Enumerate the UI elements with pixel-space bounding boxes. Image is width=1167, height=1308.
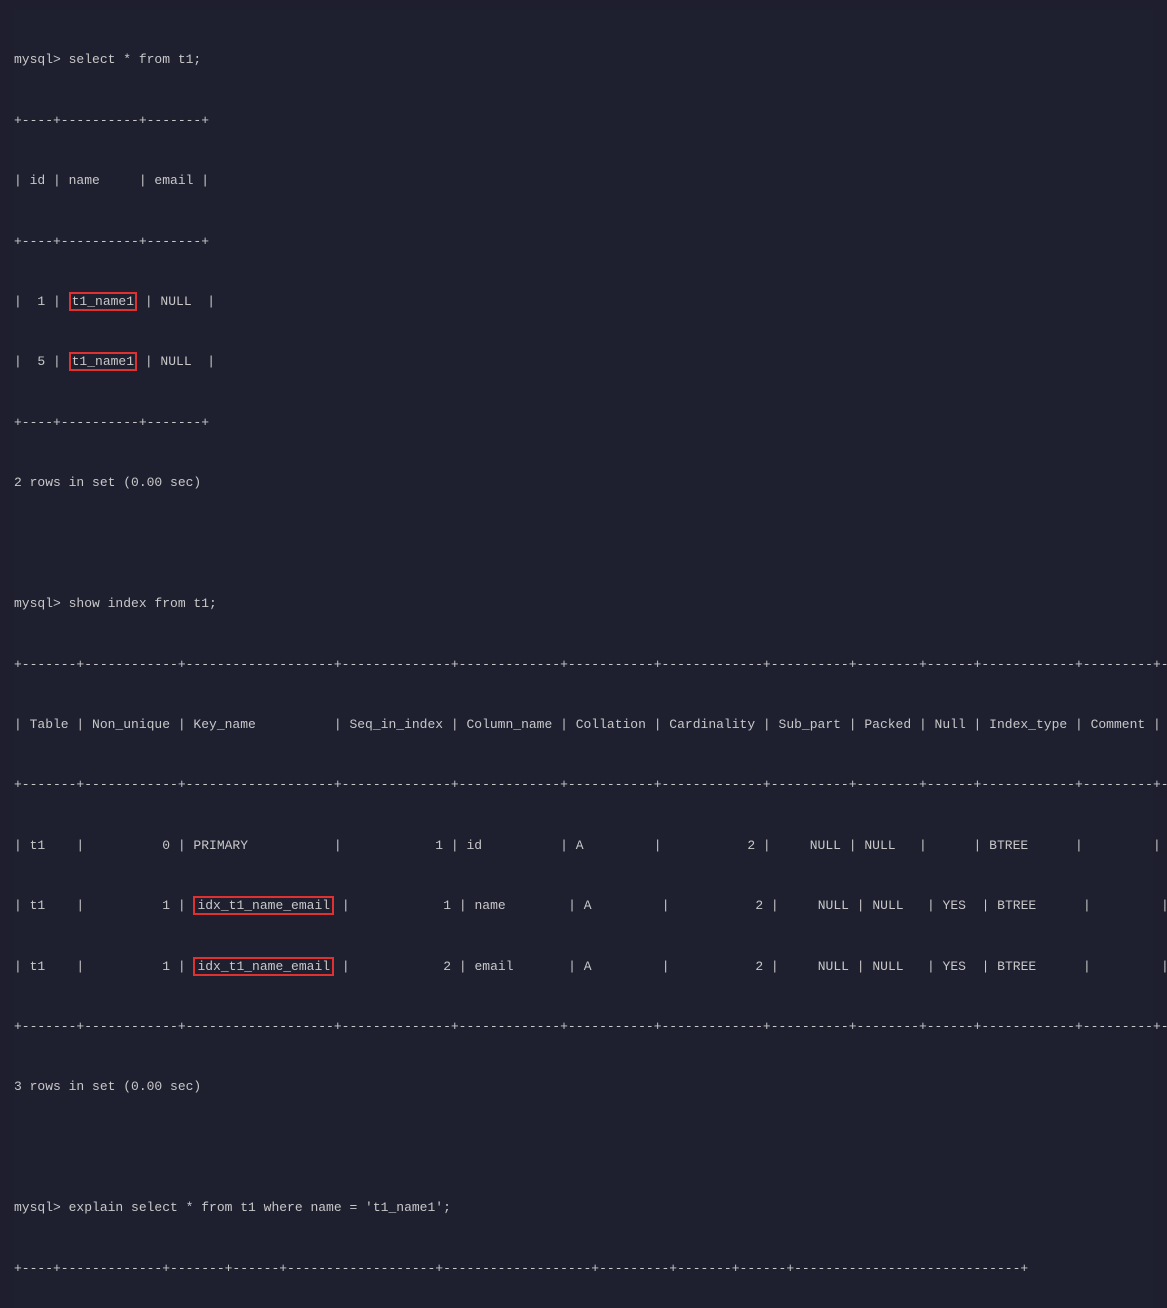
line-19: +----+-------------+-------+------+-----…	[14, 1259, 1153, 1279]
line-13: | t1 | 0 | PRIMARY | 1 | id | A | 2 | NU…	[14, 836, 1153, 856]
terminal-container: mysql> select * from t1; +----+---------…	[14, 10, 1153, 1308]
idx-name-row2: idx_t1_name_email	[193, 957, 334, 976]
line-16: +-------+------------+------------------…	[14, 1017, 1153, 1037]
line-3: | id | name | email |	[14, 171, 1153, 191]
line-18: mysql> explain select * from t1 where na…	[14, 1198, 1153, 1218]
line-9: mysql> show index from t1;	[14, 594, 1153, 614]
line-blank2	[14, 1138, 1153, 1158]
line-1: mysql> select * from t1;	[14, 50, 1153, 70]
t1-name1-row1: t1_name1	[69, 292, 137, 311]
t1-name1-row2: t1_name1	[69, 352, 137, 371]
line-blank1	[14, 534, 1153, 554]
line-4: +----+----------+-------+	[14, 232, 1153, 252]
line-8: 2 rows in set (0.00 sec)	[14, 473, 1153, 493]
line-11: | Table | Non_unique | Key_name | Seq_in…	[14, 715, 1153, 735]
line-10: +-------+------------+------------------…	[14, 655, 1153, 675]
line-6: | 5 | t1_name1 | NULL |	[14, 352, 1153, 372]
line-12: +-------+------------+------------------…	[14, 775, 1153, 795]
line-5: | 1 | t1_name1 | NULL |	[14, 292, 1153, 312]
line-17: 3 rows in set (0.00 sec)	[14, 1077, 1153, 1097]
terminal-output: mysql> select * from t1; +----+---------…	[14, 10, 1153, 1308]
line-7: +----+----------+-------+	[14, 413, 1153, 433]
line-15: | t1 | 1 | idx_t1_name_email | 2 | email…	[14, 957, 1153, 977]
line-14: | t1 | 1 | idx_t1_name_email | 1 | name …	[14, 896, 1153, 916]
idx-name-row1: idx_t1_name_email	[193, 896, 334, 915]
line-2: +----+----------+-------+	[14, 111, 1153, 131]
